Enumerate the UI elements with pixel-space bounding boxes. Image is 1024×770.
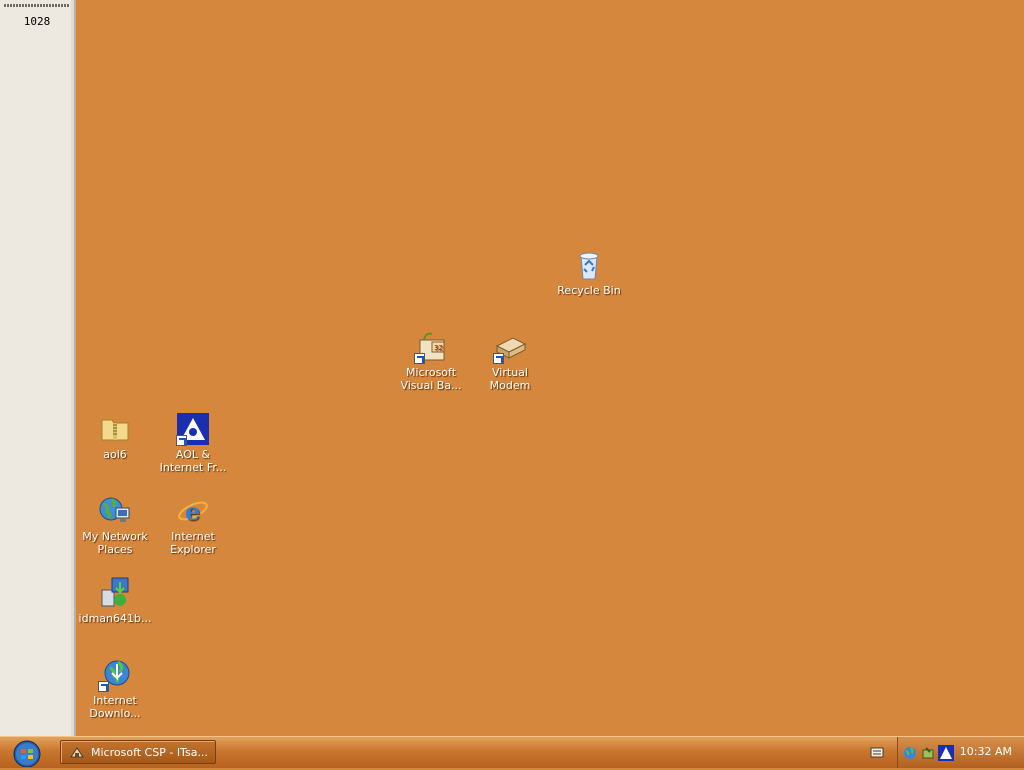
taskbar-button-microsoft-csp[interactable]: Microsoft CSP - ITsa...: [60, 740, 216, 764]
safely-remove-hardware-icon[interactable]: [920, 745, 936, 761]
windows-orb-icon: [13, 740, 41, 768]
svg-text:32: 32: [434, 344, 443, 352]
shortcut-arrow-icon: [176, 435, 187, 446]
shortcut-arrow-icon: [414, 353, 425, 364]
aol-tray-icon[interactable]: [938, 745, 954, 761]
panel-grip[interactable]: [4, 4, 70, 7]
side-panel: 1028: [0, 0, 76, 737]
desktop-icon-label: Microsoft Visual Ba...: [400, 366, 462, 392]
desktop-icon-internet-download[interactable]: Internet Downlo...: [77, 658, 153, 720]
desktop-icon-idman[interactable]: idman641b...: [77, 576, 153, 625]
desktop-icon-recycle-bin[interactable]: Recycle Bin: [551, 248, 627, 297]
visual-basic-icon: 32: [414, 330, 448, 364]
desktop-icon-internet-explorer[interactable]: e Internet Explorer: [155, 494, 231, 556]
recycle-bin-icon: [572, 248, 606, 282]
shortcut-arrow-icon: [98, 681, 109, 692]
desktop-icon-label: My Network Places: [82, 530, 148, 556]
desktop-icon-aol-internet[interactable]: AOL & Internet Fr...: [155, 412, 231, 474]
panel-scrollbar[interactable]: [71, 0, 74, 737]
desktop-icon-label: aol6: [103, 448, 127, 461]
desktop-icon-virtual-modem[interactable]: Virtual Modem: [472, 330, 548, 392]
modem-icon: [493, 330, 527, 364]
installer-icon: [98, 576, 132, 610]
desktop-icon-visual-basic[interactable]: 32 Microsoft Visual Ba...: [393, 330, 469, 392]
start-button[interactable]: [3, 739, 45, 768]
desktop-icon-label: Internet Explorer: [170, 530, 216, 556]
network-tray-icon[interactable]: [902, 745, 918, 761]
shortcut-arrow-icon: [493, 353, 504, 364]
network-globe-icon: [98, 494, 132, 528]
app-icon: [69, 745, 85, 761]
internet-explorer-icon: e: [176, 494, 210, 528]
desktop-icon-label: Recycle Bin: [557, 284, 621, 297]
download-manager-icon: [98, 658, 132, 692]
desktop-icon-label: Internet Downlo...: [89, 694, 141, 720]
svg-text:e: e: [185, 497, 200, 526]
desktop-icon-aol6[interactable]: aol6: [77, 412, 153, 461]
aol-logo-icon: [176, 412, 210, 446]
taskbar-button-label: Microsoft CSP - ITsa...: [91, 746, 208, 759]
desktop-icon-label: idman641b...: [78, 612, 152, 625]
system-tray: 10:32 AM: [897, 737, 1024, 768]
desktop-icon-label: Virtual Modem: [489, 366, 531, 392]
desktop-icon-network-places[interactable]: My Network Places: [77, 494, 153, 556]
panel-count: 1028: [23, 15, 51, 28]
desktop-icon-label: AOL & Internet Fr...: [159, 448, 227, 474]
clock[interactable]: 10:32 AM: [960, 745, 1012, 758]
keyboard-language-icon[interactable]: [870, 745, 884, 759]
zip-folder-icon: [98, 412, 132, 446]
taskbar: Microsoft CSP - ITsa... 10:32 AM: [0, 736, 1024, 768]
